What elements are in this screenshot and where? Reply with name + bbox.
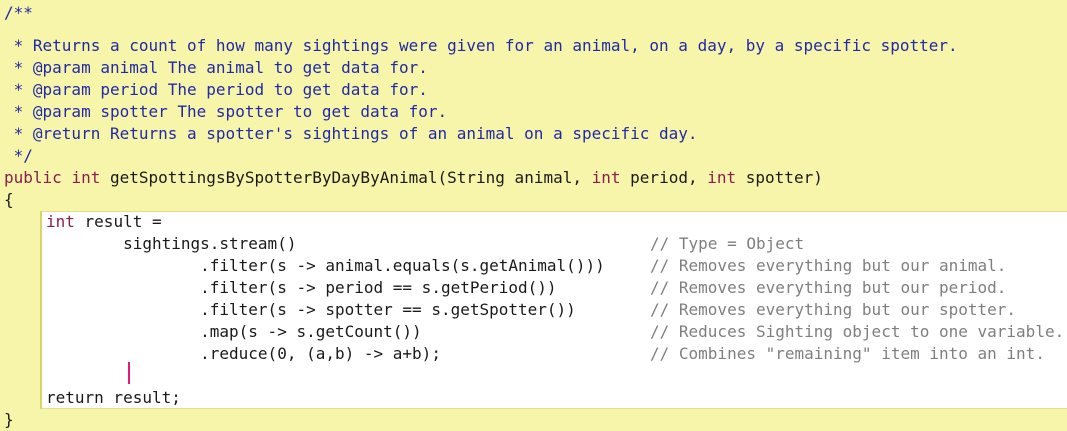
- code-line: .filter(s -> period == s.getPeriod()): [46, 278, 557, 297]
- return-statement: return result;: [46, 388, 181, 407]
- param-period: period,: [620, 168, 708, 187]
- line-comment: // Removes everything but our period.: [650, 278, 1007, 297]
- param-spotter: spotter): [736, 168, 823, 187]
- line-comment: // Reduces Sighting object to one variab…: [650, 322, 1065, 341]
- doc-comment-line: * @param period The period to get data f…: [4, 80, 428, 99]
- text-caret: [128, 362, 130, 384]
- doc-comment-line: * Returns a count of how many sightings …: [4, 36, 958, 55]
- code-line: sightings.stream(): [46, 234, 297, 253]
- doc-comment-line: * @param animal The animal to get data f…: [4, 58, 428, 77]
- doc-comment-line: */: [4, 146, 33, 165]
- doc-comment-line: * @return Returns a spotter's sightings …: [4, 124, 698, 143]
- declaration-rest: result =: [74, 212, 162, 231]
- code-line: .filter(s -> animal.equals(s.getAnimal()…: [46, 256, 605, 275]
- doc-comment-line: * @param spotter The spotter to get data…: [4, 102, 448, 121]
- open-brace: {: [4, 190, 14, 209]
- method-name: getSpottingsBySpotterByDayByAnimal(Strin…: [100, 168, 592, 187]
- line-comment: // Removes everything but our spotter.: [650, 300, 1017, 319]
- line-comment: // Removes everything but our animal.: [650, 256, 1007, 275]
- line-comment: // Combines "remaining" item into an int…: [650, 344, 1045, 363]
- keyword-int: int: [71, 168, 101, 187]
- doc-comment-line: /**: [4, 3, 33, 22]
- code-line: .reduce(0, (a,b) -> a+b);: [46, 344, 441, 363]
- keyword-int: int: [707, 168, 737, 187]
- method-signature: public int getSpottingsBySpotterByDayByA…: [4, 167, 823, 189]
- line-comment: // Type = Object: [650, 234, 805, 253]
- result-declaration: int result =: [46, 211, 162, 233]
- code-line: .filter(s -> spotter == s.getSpotter()): [46, 300, 576, 319]
- keyword-int: int: [46, 212, 75, 231]
- keyword-public: public: [4, 168, 62, 187]
- code-editor[interactable]: /** * Returns a count of how many sighti…: [0, 0, 1067, 429]
- close-brace: }: [4, 410, 14, 429]
- code-line: .map(s -> s.getCount()): [46, 322, 422, 341]
- keyword-int: int: [591, 168, 621, 187]
